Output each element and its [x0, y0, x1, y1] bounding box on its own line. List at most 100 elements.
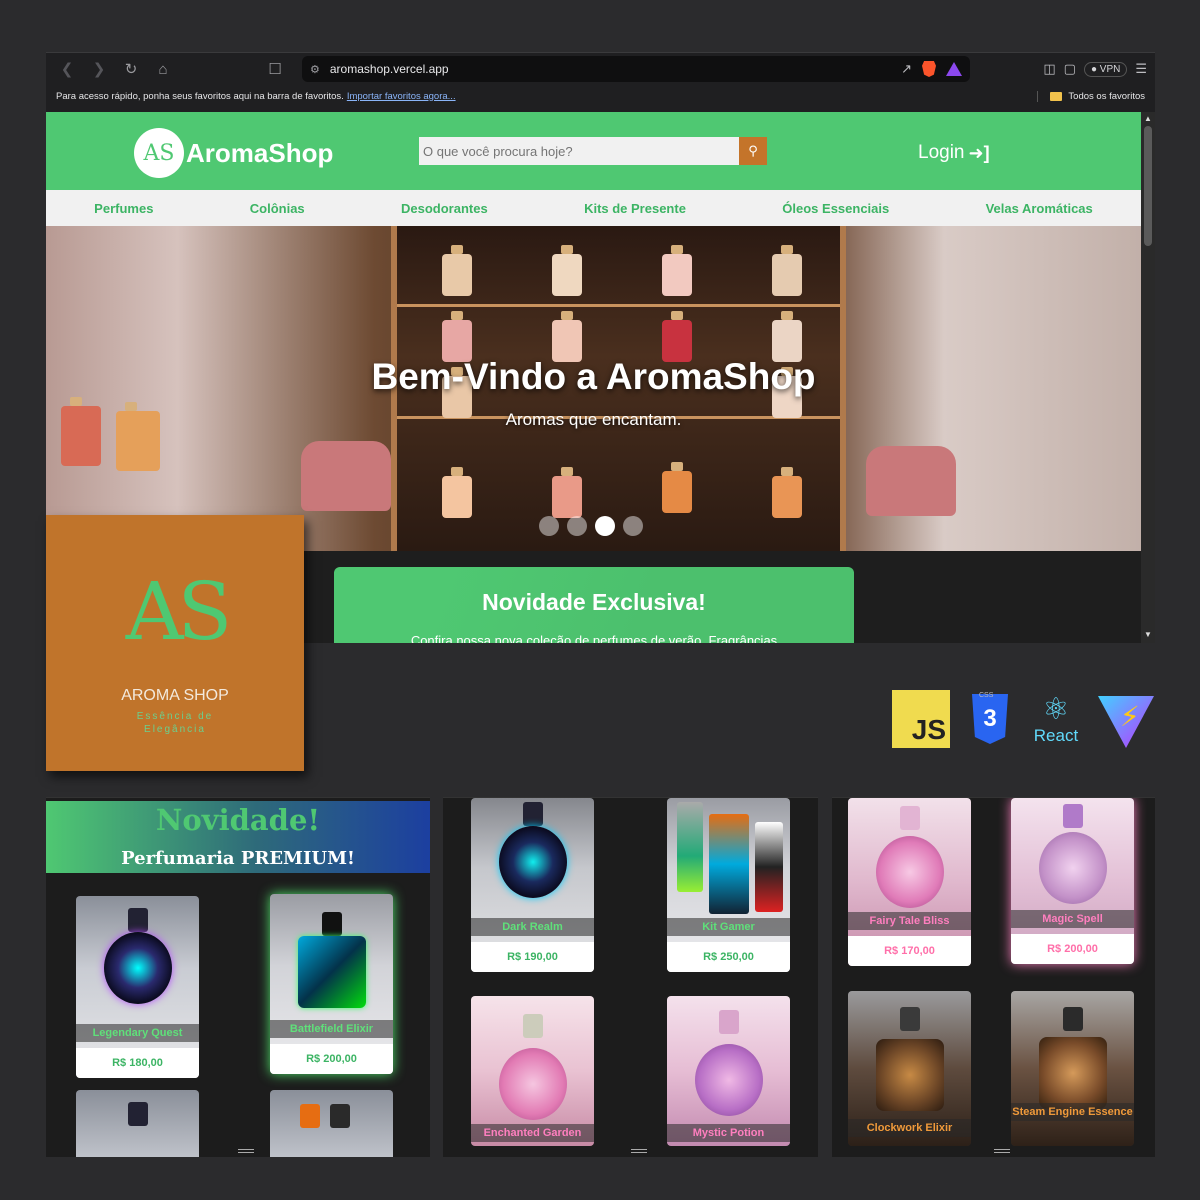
back-icon[interactable]: ❮ [54, 56, 80, 82]
hero-chair-left [301, 441, 391, 511]
javascript-label: JS [911, 714, 946, 745]
logo-tagline: Essência de Elegância [46, 710, 304, 736]
banner-subtitle: Perfumaria PREMIUM! [121, 848, 355, 869]
forward-icon[interactable]: ❯ [86, 56, 112, 82]
search-box: ⚲ [419, 137, 767, 165]
category-velas[interactable]: Velas Aromáticas [986, 201, 1093, 216]
product-price: R$ 250,00 [667, 942, 790, 972]
product-card[interactable]: Legendary Quest R$ 180,00 [76, 896, 199, 1078]
browser-toolbar: ❮ ❯ ↻ ⌂ ☐ ⚙ aromashop.vercel.app ↗ ◫ ▢ ●… [46, 53, 1155, 85]
home-icon[interactable]: ⌂ [150, 56, 176, 82]
search-button[interactable]: ⚲ [739, 137, 767, 165]
bookmark-icon[interactable]: ☐ [262, 56, 288, 82]
products-panel-fantasy: Fairy Tale Bliss R$ 170,00 Magic Spell R… [832, 797, 1155, 1157]
products-panel-gamer: Novidade! Perfumaria PREMIUM! Legendary … [46, 797, 430, 1157]
logo-monogram: AS [125, 565, 233, 658]
carousel-dot-1[interactable] [539, 516, 559, 536]
brave-rewards-icon[interactable] [946, 62, 962, 76]
search-icon: ⚲ [748, 143, 758, 158]
product-card[interactable]: Clockwork Elixir [848, 991, 971, 1146]
category-colonias[interactable]: Colônias [250, 201, 305, 216]
login-label: Login [918, 142, 965, 163]
logo-tagline-line2: Elegância [144, 724, 206, 735]
product-name: Kit Gamer [667, 918, 790, 936]
carousel-dot-2[interactable] [567, 516, 587, 536]
category-perfumes[interactable]: Perfumes [94, 201, 153, 216]
react-logo: ⚛ React [1028, 694, 1084, 746]
vpn-button[interactable]: ● VPN [1083, 61, 1128, 77]
address-bar[interactable]: ⚙ aromashop.vercel.app ↗ [302, 56, 970, 82]
brave-shields-icon[interactable] [922, 61, 936, 77]
category-kits[interactable]: Kits de Presente [584, 201, 686, 216]
react-label: React [1033, 726, 1079, 745]
reload-icon[interactable]: ↻ [118, 56, 144, 82]
scroll-down-icon[interactable]: ▼ [1144, 630, 1152, 639]
carousel-dot-4[interactable] [623, 516, 643, 536]
carousel-dot-3[interactable] [595, 516, 615, 536]
logo-brand-text: AROMA SHOP [121, 687, 229, 704]
promo-card: Novidade Exclusiva! Confira nossa nova c… [334, 567, 854, 643]
product-price: R$ 170,00 [848, 936, 971, 966]
site-logo[interactable]: AS [134, 128, 184, 178]
search-input[interactable] [419, 137, 739, 165]
product-name: Fairy Tale Bliss [848, 912, 971, 930]
menu-icon[interactable]: ☰ [1135, 61, 1147, 77]
brand-logo-card: AS AROMA SHOP Essência de Elegância [46, 515, 304, 771]
hero-carousel: Bem-Vindo a AromaShop Aromas que encanta… [46, 226, 1141, 551]
product-card[interactable]: Mystic Potion [667, 996, 790, 1146]
product-card[interactable] [76, 1090, 199, 1157]
promo-title: Novidade Exclusiva! [482, 589, 706, 615]
vite-bolt-icon: ⚡ [1120, 701, 1140, 732]
scrollbar-thumb[interactable] [1144, 126, 1152, 246]
login-icon: ➜] [968, 142, 990, 163]
banner-title: Novidade! [155, 803, 321, 837]
vite-logo: ⚡ [1098, 696, 1154, 748]
logo-tagline-line1: Essência de [136, 711, 214, 722]
product-price: R$ 200,00 [270, 1044, 393, 1074]
all-favorites-button[interactable]: Todos os favoritos [1037, 90, 1145, 102]
product-name: Battlefield Elixir [270, 1020, 393, 1038]
url-text: aromashop.vercel.app [329, 62, 449, 76]
resize-handle[interactable] [238, 1149, 254, 1153]
product-card[interactable]: Dark Realm R$ 190,00 [471, 798, 594, 972]
product-card[interactable]: Steam Engine Essence [1011, 991, 1134, 1146]
favorites-hint: Para acesso rápido, ponha seus favoritos… [56, 90, 344, 102]
javascript-logo: JS [892, 690, 950, 748]
product-card[interactable]: Battlefield Elixir R$ 200,00 [270, 894, 393, 1074]
sidebar-icon[interactable]: ◫ [1043, 61, 1055, 77]
scroll-up-icon[interactable]: ▲ [1144, 114, 1152, 123]
page-scrollbar[interactable]: ▲ ▼ [1141, 112, 1155, 643]
premium-banner: Novidade! Perfumaria PREMIUM! [46, 801, 430, 873]
wallet-icon[interactable]: ▢ [1064, 61, 1076, 77]
product-name: Magic Spell [1011, 910, 1134, 928]
vpn-label: VPN [1099, 63, 1121, 75]
hero-title: Bem-Vindo a AromaShop [371, 356, 816, 397]
resize-handle[interactable] [993, 1149, 1010, 1153]
carousel-dots [539, 516, 643, 536]
brand-name[interactable]: AromaShop [186, 138, 333, 169]
hero-subtitle: Aromas que encantam. [505, 410, 682, 429]
product-card[interactable]: Kit Gamer R$ 250,00 [667, 798, 790, 972]
product-price: R$ 190,00 [471, 942, 594, 972]
favorites-bar: Para acesso rápido, ponha seus favoritos… [46, 85, 1155, 107]
category-nav: Perfumes Colônias Desodorantes Kits de P… [46, 190, 1141, 226]
category-desodorantes[interactable]: Desodorantes [401, 201, 488, 216]
resize-handle[interactable] [630, 1149, 647, 1153]
folder-icon [1050, 91, 1063, 101]
css3-logo: 3 [972, 694, 1008, 744]
hero-chair-right [866, 446, 956, 516]
product-name: Steam Engine Essence [1011, 1103, 1134, 1121]
product-name: Enchanted Garden [471, 1124, 594, 1142]
product-card[interactable]: Magic Spell R$ 200,00 [1011, 798, 1134, 964]
share-icon[interactable]: ↗ [901, 61, 912, 77]
category-oleos[interactable]: Óleos Essenciais [782, 201, 889, 216]
site-settings-icon[interactable]: ⚙ [310, 63, 320, 76]
product-card[interactable]: Fairy Tale Bliss R$ 170,00 [848, 798, 971, 966]
product-card[interactable] [270, 1090, 393, 1157]
product-name: Legendary Quest [76, 1024, 199, 1042]
product-price: R$ 200,00 [1011, 934, 1134, 964]
css3-label: 3 [983, 705, 997, 732]
product-card[interactable]: Enchanted Garden [471, 996, 594, 1146]
login-button[interactable]: Login ➜] [918, 142, 990, 164]
import-favorites-link[interactable]: Importar favoritos agora... [347, 91, 456, 102]
